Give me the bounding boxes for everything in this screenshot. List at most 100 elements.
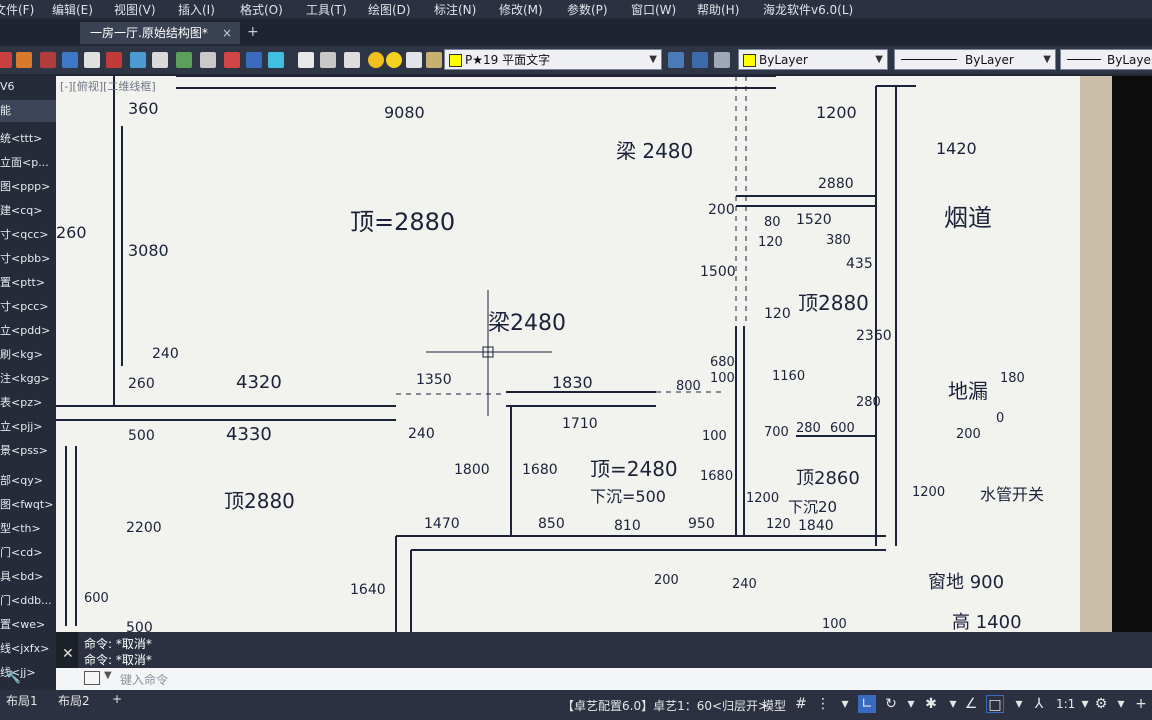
palette-item[interactable]: 刷<kg>: [0, 344, 56, 366]
palette-item[interactable]: 能: [0, 100, 56, 122]
color-select[interactable]: ByLayer ▼: [738, 49, 888, 70]
chevron-down-icon[interactable]: ▾: [1010, 695, 1028, 713]
tool-icon-13[interactable]: [268, 52, 284, 68]
tool-icon-15[interactable]: [320, 52, 336, 68]
tool-icon-2[interactable]: [16, 52, 32, 68]
isodraft-icon[interactable]: ✱: [922, 695, 940, 713]
text-style-select[interactable]: P★19 平面文字 ▼: [444, 49, 662, 70]
palette-item[interactable]: 图<fwqt>: [0, 494, 56, 516]
wall-bottom-left: [395, 536, 412, 632]
command-input-row[interactable]: 🔧 ▼ 键入命令: [6, 668, 1152, 690]
object-snap-icon[interactable]: □: [986, 695, 1004, 713]
close-icon[interactable]: ×: [222, 22, 232, 44]
palette-item[interactable]: 立<pdd>: [0, 320, 56, 342]
lineweight-select[interactable]: ByLayer: [1060, 49, 1152, 70]
tool-icon-3[interactable]: [40, 52, 56, 68]
palette-item[interactable]: 表<pz>: [0, 392, 56, 414]
polar-icon[interactable]: ↻: [882, 695, 900, 713]
menu-file[interactable]: 文件(F): [0, 1, 34, 18]
tool-icon-14[interactable]: [298, 52, 314, 68]
config-status[interactable]: 【卓艺配置6.0】卓艺1：60<归层开>: [562, 697, 768, 714]
palette-item[interactable]: 立面<p...: [0, 152, 56, 174]
palette-item[interactable]: 注<kgg>: [0, 368, 56, 390]
snap-icon[interactable]: ⋮: [814, 695, 832, 713]
tool-icon-8[interactable]: [152, 52, 168, 68]
layer-tool-icon-1[interactable]: [668, 52, 684, 68]
layer-tool-icon-3[interactable]: [714, 52, 730, 68]
tab-layout-1[interactable]: 布局1: [6, 692, 38, 709]
palette-item[interactable]: 景<pss>: [0, 440, 56, 462]
chevron-down-icon[interactable]: ▾: [1112, 695, 1130, 713]
menu-window[interactable]: 窗口(W): [631, 1, 676, 18]
layer-tool-icon-2[interactable]: [692, 52, 708, 68]
palette-item[interactable]: 寸<pbb>: [0, 248, 56, 270]
palette-item[interactable]: 图<ppp>: [0, 176, 56, 198]
menu-modify[interactable]: 修改(M): [499, 1, 543, 18]
drawing-canvas[interactable]: 9080 360 梁 2480 1200 1420 2880 烟道 200 80…: [56, 76, 1112, 632]
palette-item[interactable]: 寸<qcc>: [0, 224, 56, 246]
palette-item[interactable]: 寸<pcc>: [0, 296, 56, 318]
palette-item[interactable]: 置<ptt>: [0, 272, 56, 294]
menu-tools[interactable]: 工具(T): [306, 1, 347, 18]
command-grip[interactable]: ✕: [56, 632, 78, 668]
lightbulb-icon[interactable]: [368, 52, 384, 68]
command-recent-icon[interactable]: [84, 671, 100, 685]
tool-icon-4[interactable]: [62, 52, 78, 68]
tab-document[interactable]: 一房一厅.原始结构图* ×: [80, 22, 240, 44]
model-button[interactable]: 模型: [762, 697, 786, 714]
color-swatch-icon: [449, 54, 462, 67]
add-layout-icon[interactable]: +: [112, 692, 122, 706]
tool-icon-11[interactable]: [224, 52, 240, 68]
chevron-down-icon[interactable]: ▾: [902, 695, 920, 713]
palette-item[interactable]: 立<pjj>: [0, 416, 56, 438]
palette-item[interactable]: 门<ddb...: [0, 590, 56, 612]
linetype-select[interactable]: ByLayer ▼: [894, 49, 1056, 70]
menu-edit[interactable]: 编辑(E): [52, 1, 93, 18]
scale-button[interactable]: 1:1: [1056, 697, 1075, 711]
tab-layout-2[interactable]: 布局2: [58, 692, 90, 709]
viewport-label[interactable]: [-][俯视][二维线框]: [60, 78, 156, 94]
gear-icon[interactable]: ⚙: [1092, 695, 1110, 713]
chevron-down-icon[interactable]: ▾: [944, 695, 962, 713]
menu-help[interactable]: 帮助(H): [697, 1, 739, 18]
tool-icon-5[interactable]: [84, 52, 100, 68]
tool-icon-12[interactable]: [246, 52, 262, 68]
new-tab-icon[interactable]: +: [247, 24, 259, 40]
close-icon[interactable]: ✕: [62, 646, 74, 662]
tool-icon-1[interactable]: [0, 52, 12, 68]
sun-icon[interactable]: [386, 52, 402, 68]
command-input[interactable]: 键入命令: [120, 671, 168, 688]
chevron-down-icon[interactable]: ▼: [104, 670, 112, 681]
palette-item[interactable]: 统<ttt>: [0, 128, 56, 150]
annotation-icon[interactable]: ⅄: [1030, 695, 1048, 713]
palette-title: V6: [0, 80, 15, 93]
freeze-icon[interactable]: [406, 52, 422, 68]
lock-icon[interactable]: [426, 52, 442, 68]
tool-icon-7[interactable]: [130, 52, 146, 68]
palette-item[interactable]: 型<th>: [0, 518, 56, 540]
menu-params[interactable]: 参数(P): [567, 1, 608, 18]
palette-item[interactable]: 具<bd>: [0, 566, 56, 588]
tool-icon-6[interactable]: [106, 52, 122, 68]
palette-item[interactable]: 建<cq>: [0, 200, 56, 222]
menu-insert[interactable]: 插入(I): [178, 1, 215, 18]
plus-icon[interactable]: +: [1132, 695, 1150, 713]
palette-item[interactable]: 门<cd>: [0, 542, 56, 564]
osnap-icon[interactable]: ∠: [962, 695, 980, 713]
chevron-down-icon[interactable]: ▾: [836, 695, 854, 713]
tool-icon-9[interactable]: [176, 52, 192, 68]
menu-format[interactable]: 格式(O): [240, 1, 283, 18]
menu-hailong[interactable]: 海龙软件v6.0(L): [763, 1, 853, 18]
palette-item[interactable]: 线<jxfx>: [0, 640, 49, 656]
ortho-icon[interactable]: ∟: [858, 695, 876, 713]
palette-item[interactable]: 置<we>: [0, 614, 56, 632]
wrench-icon[interactable]: 🔧: [6, 670, 21, 684]
menu-view[interactable]: 视图(V): [114, 1, 156, 18]
palette-item[interactable]: 部<qy>: [0, 470, 56, 492]
wall-flue-top: [736, 195, 876, 207]
tool-icon-10[interactable]: [200, 52, 216, 68]
menu-draw[interactable]: 绘图(D): [368, 1, 411, 18]
tool-icon-16[interactable]: [344, 52, 360, 68]
grid-icon[interactable]: #: [792, 695, 810, 713]
menu-dimension[interactable]: 标注(N): [434, 1, 476, 18]
